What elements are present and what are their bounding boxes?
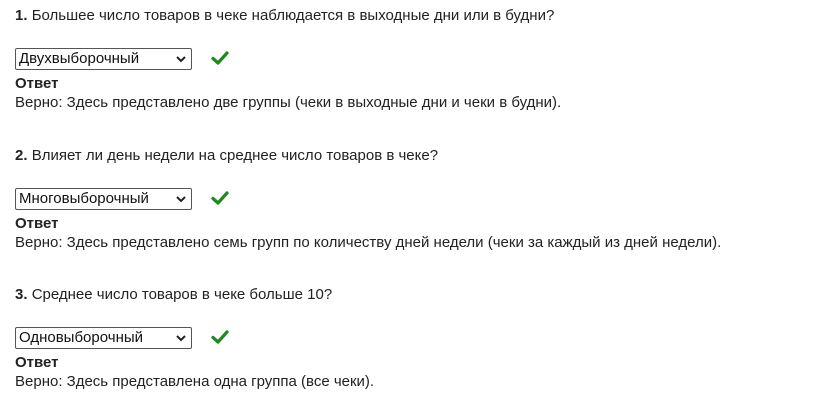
answer-select[interactable]: Одновыборочный — [15, 327, 192, 349]
answer-row: Многовыборочный — [15, 188, 815, 212]
selected-option: Многовыборочный — [19, 190, 149, 207]
answer-row: Двухвыборочный — [15, 48, 815, 72]
correct-check-icon — [211, 191, 229, 205]
question-prompt: Среднее число товаров в чеке больше 10? — [31, 286, 333, 303]
answer-feedback: Верно: Здесь представлена одна группа (в… — [15, 373, 375, 390]
answer-row: Одновыборочный — [15, 327, 815, 351]
correct-check-icon — [211, 51, 229, 65]
chevron-down-icon — [176, 196, 186, 203]
question-2: 2. Влияет ли день недели на среднее числ… — [15, 146, 815, 253]
answer-select[interactable]: Двухвыборочный — [15, 48, 192, 70]
answer-heading: Ответ — [15, 75, 59, 92]
question-prompt: Большее число товаров в чеке наблюдается… — [31, 7, 555, 24]
question-text: 3. Среднее число товаров в чеке больше 1… — [15, 285, 815, 305]
chevron-down-icon — [176, 335, 186, 342]
question-number: 2. — [15, 147, 28, 164]
answer-select[interactable]: Многовыборочный — [15, 188, 192, 210]
question-1: 1. Большее число товаров в чеке наблюдае… — [15, 6, 815, 113]
answer-heading: Ответ — [15, 215, 59, 232]
question-number: 1. — [15, 7, 28, 24]
question-text: 1. Большее число товаров в чеке наблюдае… — [15, 6, 815, 26]
question-number: 3. — [15, 286, 28, 303]
answer-feedback: Верно: Здесь представлено семь групп по … — [15, 234, 722, 251]
selected-option: Одновыборочный — [19, 329, 144, 346]
answer-feedback: Верно: Здесь представлено две группы (че… — [15, 94, 562, 111]
question-prompt: Влияет ли день недели на среднее число т… — [31, 147, 439, 164]
answer-heading: Ответ — [15, 354, 59, 371]
question-3: 3. Среднее число товаров в чеке больше 1… — [15, 285, 815, 392]
question-text: 2. Влияет ли день недели на среднее числ… — [15, 146, 815, 166]
chevron-down-icon — [176, 56, 186, 63]
selected-option: Двухвыборочный — [19, 50, 140, 67]
correct-check-icon — [211, 330, 229, 344]
